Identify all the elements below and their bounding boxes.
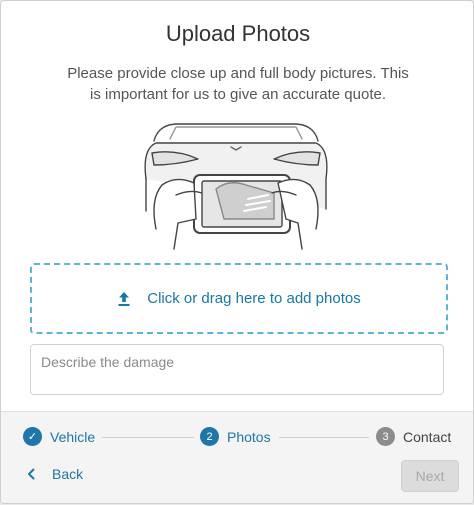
upload-photos-dialog: Upload Photos Please provide close up an… xyxy=(0,0,474,504)
step-connector xyxy=(279,437,369,438)
back-button[interactable]: Back xyxy=(27,466,83,482)
step-number: 3 xyxy=(376,427,395,446)
check-icon: ✓ xyxy=(23,427,42,446)
dropzone-label: Click or drag here to add photos xyxy=(147,290,361,307)
step-connector xyxy=(102,437,194,438)
step-number: 2 xyxy=(200,427,219,446)
step-vehicle[interactable]: ✓ Vehicle xyxy=(23,427,95,446)
page-title: Upload Photos xyxy=(165,21,311,46)
back-label: Back xyxy=(52,466,84,482)
wizard-footer: ✓ Vehicle 2 Photos 3 Contact Back Next xyxy=(1,411,473,503)
damage-description-field[interactable] xyxy=(30,344,444,395)
step-photos[interactable]: 2 Photos xyxy=(200,427,271,446)
step-label: Vehicle xyxy=(50,428,96,445)
upload-icon xyxy=(118,291,130,306)
car-photo-illustration xyxy=(144,123,328,250)
step-contact[interactable]: 3 Contact xyxy=(376,427,451,446)
page-subtitle: Please provide close up and full body pi… xyxy=(67,65,409,103)
step-label: Photos xyxy=(227,428,271,445)
next-button[interactable]: Next xyxy=(401,460,459,492)
step-label: Contact xyxy=(403,428,452,445)
photo-dropzone[interactable]: Click or drag here to add photos xyxy=(30,263,448,334)
chevron-left-icon xyxy=(28,468,35,480)
